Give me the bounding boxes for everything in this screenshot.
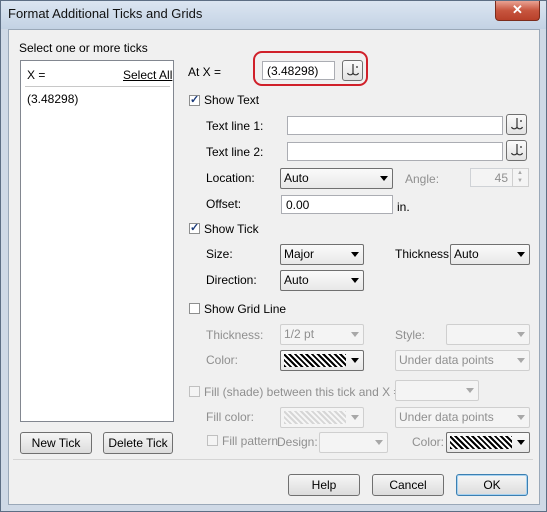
direction-label: Direction: (206, 273, 257, 287)
location-value: Auto (284, 171, 309, 185)
fill-color-select (280, 407, 364, 428)
chevron-down-icon (517, 332, 525, 337)
chevron-down-icon (517, 358, 525, 363)
offset-unit: in. (397, 200, 410, 214)
grid-style-label: Style: (395, 328, 426, 342)
chevron-down-icon (517, 440, 525, 445)
text-line-2-pick-button[interactable] (506, 140, 527, 161)
ok-button[interactable]: OK (456, 474, 528, 496)
design-label: Design: (277, 435, 318, 449)
show-text-checkbox[interactable] (189, 93, 200, 106)
hook-icon (511, 144, 523, 156)
show-tick-checkbox[interactable] (189, 221, 200, 234)
fill-shade-x-select (395, 380, 479, 401)
help-button[interactable]: Help (288, 474, 360, 496)
chevron-down-icon (351, 252, 359, 257)
list-header-x: X = (27, 68, 46, 82)
fill-color-swatch (284, 411, 346, 424)
cancel-button[interactable]: Cancel (372, 474, 444, 496)
hook-icon (347, 64, 359, 76)
chevron-down-icon (466, 388, 474, 393)
size-value: Major (284, 247, 315, 261)
chevron-down-icon (375, 440, 383, 445)
ticks-heading: Select one or more ticks (19, 41, 148, 55)
text-line-1-label: Text line 1: (206, 119, 264, 133)
show-grid-line-checkbox[interactable] (189, 303, 200, 314)
chevron-down-icon (351, 358, 359, 363)
show-text-label: Show Text (204, 93, 260, 107)
size-select[interactable]: Major (280, 244, 364, 265)
fill-pattern-color-label: Color: (412, 435, 445, 449)
chevron-down-icon (380, 176, 388, 181)
text-line-1-input[interactable] (287, 116, 503, 135)
fill-pattern-color-select (446, 432, 530, 453)
show-tick-label: Show Tick (204, 222, 259, 236)
chevron-down-icon (351, 278, 359, 283)
list-separator (25, 86, 170, 87)
fill-placement-value: Under data points (399, 410, 494, 424)
dialog-client: Select one or more ticks X = Select All … (8, 29, 540, 505)
grid-placement-value: Under data points (399, 353, 494, 367)
fill-shade-label: Fill (shade) between this tick and X = (204, 385, 401, 399)
tick-list[interactable]: X = Select All (3.48298) (20, 60, 174, 422)
close-button[interactable]: ✕ (495, 1, 540, 21)
design-select (319, 432, 388, 453)
grid-style-select (446, 324, 530, 345)
chevron-down-icon (351, 415, 359, 420)
grid-color-label: Color: (206, 353, 239, 367)
hook-icon (511, 118, 523, 130)
text-line-1-pick-button[interactable] (506, 114, 527, 135)
grid-thickness-label: Thickness: (206, 328, 264, 342)
list-item[interactable]: (3.48298) (27, 92, 78, 106)
tick-thickness-value: Auto (454, 247, 479, 261)
fill-pattern-color-swatch (450, 436, 512, 449)
chevron-down-icon (517, 252, 525, 257)
angle-spinner: ▲ ▼ (512, 168, 529, 187)
grid-color-swatch (284, 354, 346, 367)
offset-input[interactable]: 0.00 (281, 195, 393, 214)
fill-pattern-checkbox (207, 435, 218, 446)
at-x-input[interactable]: (3.48298) (262, 61, 335, 80)
text-line-2-input[interactable] (287, 142, 503, 161)
close-icon: ✕ (512, 2, 523, 17)
chevron-down-icon (517, 415, 525, 420)
new-tick-button[interactable]: New Tick (20, 432, 92, 454)
grid-thickness-value: 1/2 pt (284, 327, 315, 341)
size-label: Size: (206, 247, 233, 261)
fill-pattern-label: Fill pattern (222, 434, 279, 448)
direction-select[interactable]: Auto (280, 270, 364, 291)
chevron-down-icon (351, 332, 359, 337)
window-title: Format Additional Ticks and Grids (8, 6, 203, 21)
location-select[interactable]: Auto (280, 168, 393, 189)
location-label: Location: (206, 171, 255, 185)
grid-color-select (280, 350, 364, 371)
at-x-pick-button[interactable] (342, 60, 363, 81)
select-all-link[interactable]: Select All (123, 68, 172, 82)
tick-thickness-select[interactable]: Auto (450, 244, 530, 265)
thickness-label: Thickness: (395, 247, 453, 261)
grid-placement-select: Under data points (395, 350, 530, 371)
dialog-window: Format Additional Ticks and Grids ✕ Sele… (0, 0, 547, 512)
direction-value: Auto (284, 273, 309, 287)
angle-input: 45 (470, 168, 513, 187)
fill-color-label: Fill color: (206, 410, 255, 424)
delete-tick-button[interactable]: Delete Tick (103, 432, 173, 454)
at-x-label: At X = (188, 65, 222, 79)
title-bar[interactable]: Format Additional Ticks and Grids ✕ (1, 1, 546, 29)
show-grid-line-label: Show Grid Line (204, 302, 287, 316)
grid-thickness-select: 1/2 pt (280, 324, 364, 345)
angle-label: Angle: (405, 172, 440, 186)
fill-shade-checkbox (189, 386, 200, 397)
text-line-2-label: Text line 2: (206, 145, 264, 159)
footer-divider (13, 459, 533, 460)
fill-placement-select: Under data points (395, 407, 530, 428)
offset-label: Offset: (206, 197, 242, 211)
